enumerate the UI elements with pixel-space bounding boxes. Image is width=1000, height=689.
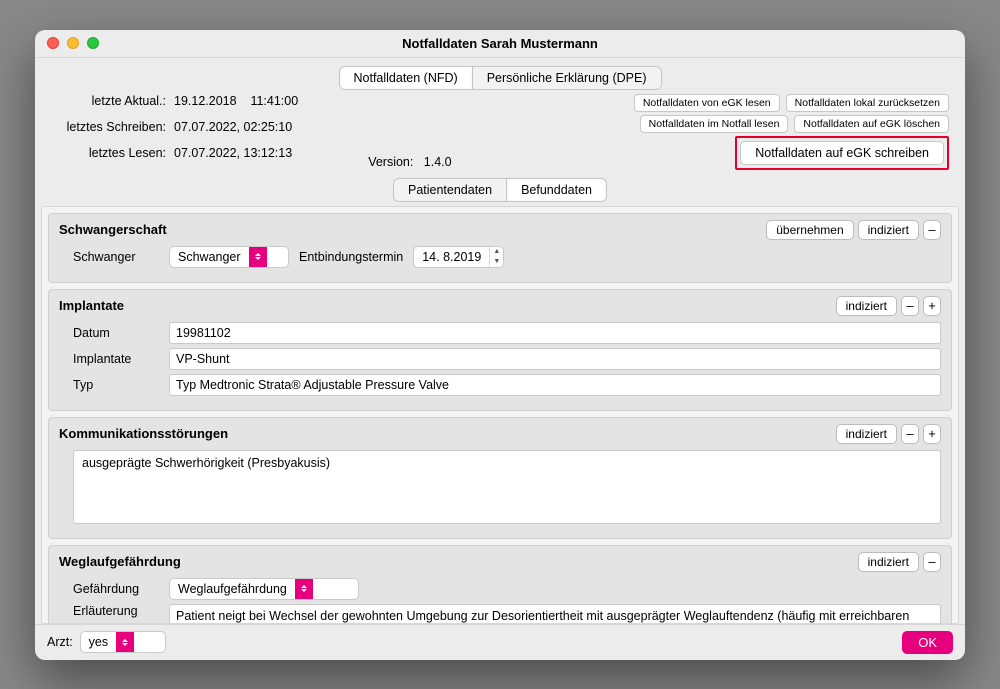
schwanger-label: Schwanger — [59, 250, 159, 264]
kommunikation-textarea[interactable]: ausgeprägte Schwerhörigkeit (Presbyakusi… — [73, 450, 941, 524]
uebernehmen-button[interactable]: übernehmen — [766, 220, 853, 240]
highlight-outline: Notfalldaten auf eGK schreiben — [735, 136, 949, 170]
indiziert-button[interactable]: indiziert — [858, 220, 919, 240]
erlaeuterung-label: Erläuterung — [59, 604, 159, 618]
chevron-updown-icon — [249, 247, 267, 267]
tab-dpe[interactable]: Persönliche Erklärung (DPE) — [473, 67, 661, 89]
add-button[interactable]: + — [923, 296, 941, 316]
version-value: 1.4.0 — [424, 155, 452, 169]
ok-button[interactable]: OK — [902, 631, 953, 654]
section-implantate: Implantate indiziert – + Datum 19981102 … — [48, 289, 952, 411]
remove-button[interactable]: – — [901, 424, 919, 444]
write-to-egk-button[interactable]: Notfalldaten auf eGK schreiben — [740, 141, 944, 165]
arzt-label: Arzt: — [47, 635, 73, 649]
date-value: 14. 8.2019 — [414, 250, 489, 264]
chevron-updown-icon — [116, 632, 134, 652]
delete-on-egk-button[interactable]: Notfalldaten auf eGK löschen — [794, 115, 949, 133]
implantate-label: Implantate — [59, 352, 159, 366]
chevron-updown-icon — [295, 579, 313, 599]
gefaehrdung-dropdown[interactable]: Weglaufgefährdung — [169, 578, 359, 600]
entbindung-date[interactable]: 14. 8.2019 ▲▼ — [413, 246, 504, 268]
section-title: Kommunikationsstörungen — [59, 426, 228, 441]
read-emergency-button[interactable]: Notfalldaten im Notfall lesen — [640, 115, 789, 133]
section-schwangerschaft: Schwangerschaft übernehmen indiziert – S… — [48, 213, 952, 283]
last-read-label: letztes Lesen: — [51, 146, 166, 170]
remove-button[interactable]: – — [923, 220, 941, 240]
last-update-label: letzte Aktual.: — [51, 94, 166, 118]
tab-nfd[interactable]: Notfalldaten (NFD) — [340, 67, 473, 89]
section-title: Implantate — [59, 298, 124, 313]
dropdown-value: yes — [81, 635, 116, 649]
section-title: Schwangerschaft — [59, 222, 167, 237]
datum-field[interactable]: 19981102 — [169, 322, 941, 344]
indiziert-button[interactable]: indiziert — [858, 552, 919, 572]
gefaehrdung-label: Gefährdung — [59, 582, 159, 596]
typ-label: Typ — [59, 378, 159, 392]
add-button[interactable]: + — [923, 424, 941, 444]
typ-field[interactable]: Typ Medtronic Strata® Adjustable Pressur… — [169, 374, 941, 396]
dropdown-value: Weglaufgefährdung — [170, 582, 295, 596]
erlaeuterung-field[interactable]: Patient neigt bei Wechsel der gewohnten … — [169, 604, 941, 624]
remove-button[interactable]: – — [923, 552, 941, 572]
titlebar: Notfalldaten Sarah Mustermann — [35, 30, 965, 58]
meta-row: letzte Aktual.: 19.12.2018 11:41:00 letz… — [35, 92, 965, 176]
last-write-value: 07.07.2022, 02:25:10 — [174, 120, 298, 144]
indiziert-button[interactable]: indiziert — [836, 424, 897, 444]
version-label: Version: — [368, 155, 413, 169]
implantate-field[interactable]: VP-Shunt — [169, 348, 941, 370]
top-tabs: Notfalldaten (NFD) Persönliche Erklärung… — [35, 58, 965, 92]
section-kommunikation: Kommunikationsstörungen indiziert – + au… — [48, 417, 952, 539]
remove-button[interactable]: – — [901, 296, 919, 316]
window-title: Notfalldaten Sarah Mustermann — [35, 36, 965, 51]
sub-tab-control: Patientendaten Befunddaten — [393, 178, 607, 202]
date-stepper[interactable]: ▲▼ — [489, 247, 503, 267]
main-tab-control: Notfalldaten (NFD) Persönliche Erklärung… — [339, 66, 662, 90]
last-read-value: 07.07.2022, 13:12:13 — [174, 146, 298, 170]
section-weglauf: Weglaufgefährdung indiziert – Gefährdung… — [48, 545, 952, 624]
datum-label: Datum — [59, 326, 159, 340]
last-write-label: letztes Schreiben: — [51, 120, 166, 144]
tab-befunddaten[interactable]: Befunddaten — [507, 179, 606, 201]
reset-local-button[interactable]: Notfalldaten lokal zurücksetzen — [786, 94, 949, 112]
tab-patientendaten[interactable]: Patientendaten — [394, 179, 507, 201]
version-block: Version: 1.4.0 — [368, 155, 451, 170]
schwanger-dropdown[interactable]: Schwanger — [169, 246, 289, 268]
section-title: Weglaufgefährdung — [59, 554, 181, 569]
action-button-stack: Notfalldaten von eGK lesen Notfalldaten … — [634, 94, 949, 170]
last-update-value: 19.12.2018 11:41:00 — [174, 94, 298, 118]
meta-grid: letzte Aktual.: 19.12.2018 11:41:00 letz… — [51, 94, 298, 170]
footer: Arzt: yes OK — [35, 624, 965, 660]
read-from-egk-button[interactable]: Notfalldaten von eGK lesen — [634, 94, 780, 112]
app-window: Notfalldaten Sarah Mustermann Notfalldat… — [35, 30, 965, 660]
dropdown-value: Schwanger — [170, 250, 249, 264]
arzt-dropdown[interactable]: yes — [80, 631, 166, 653]
indiziert-button[interactable]: indiziert — [836, 296, 897, 316]
sub-tabs: Patientendaten Befunddaten — [35, 178, 965, 202]
content-scroll[interactable]: Schwangerschaft übernehmen indiziert – S… — [41, 206, 959, 624]
entbindung-label: Entbindungstermin — [299, 250, 403, 264]
